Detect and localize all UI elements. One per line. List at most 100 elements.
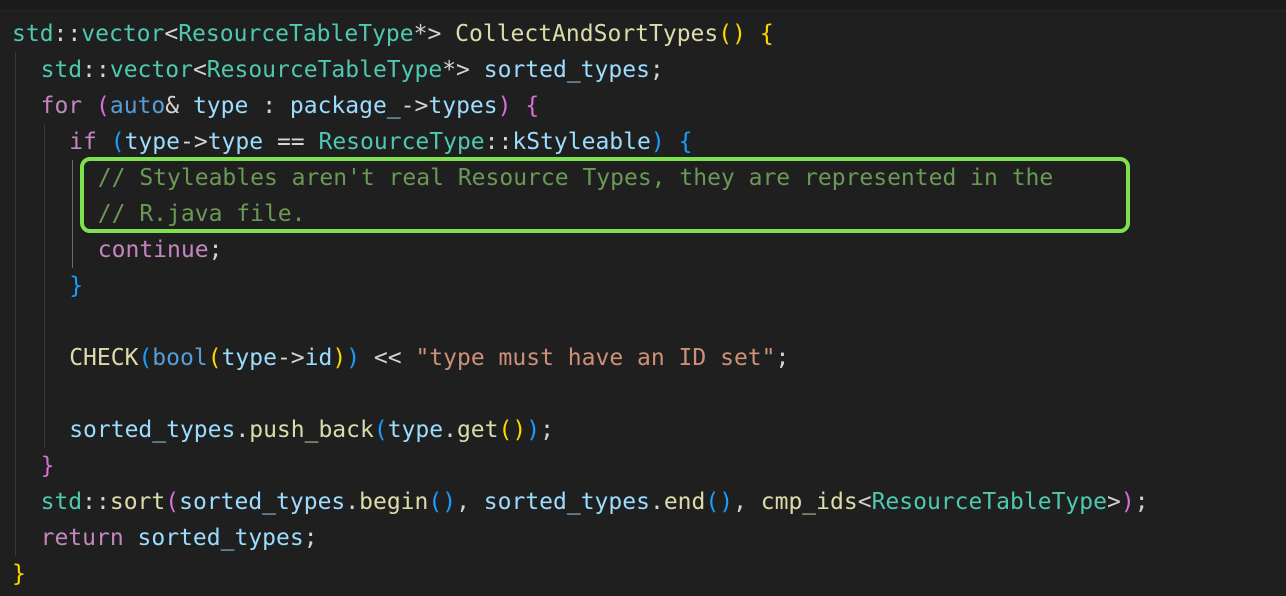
code-token: :: [82, 57, 110, 83]
code-token: auto [109, 93, 166, 119]
code-token: :: [484, 129, 513, 155]
code-token: :: [82, 489, 110, 515]
code-token: ; [1134, 489, 1149, 515]
code-token: sorted_types [137, 525, 304, 551]
code-token: . [443, 417, 457, 443]
code-token: ( [96, 93, 110, 119]
code-token: ) [497, 93, 512, 119]
code-token: sort [109, 489, 166, 515]
code-token: , [733, 489, 761, 515]
code-token: cmp_ids [760, 489, 858, 515]
code-token: { [759, 21, 774, 47]
code-token: } [12, 561, 26, 587]
code-token: sorted_types [483, 489, 650, 515]
code-token: ( [165, 489, 180, 515]
code-line[interactable]: } [12, 556, 26, 592]
code-token: bool [152, 345, 208, 371]
code-token: < [192, 57, 207, 83]
code-token: & [165, 93, 193, 119]
code-token: { [525, 93, 540, 119]
code-token: *> [413, 21, 456, 47]
code-token: -> [276, 345, 305, 371]
code-line[interactable]: continue; [98, 232, 223, 268]
code-token: type [221, 345, 277, 371]
code-token: ( [138, 345, 153, 371]
indent-guide [72, 160, 74, 268]
code-token: get [456, 417, 499, 443]
code-token: *> [442, 57, 484, 83]
code-token: } [69, 273, 84, 299]
code-token: push_back [249, 417, 374, 443]
code-token: if [69, 129, 97, 155]
code-token: ( [110, 129, 125, 155]
code-line[interactable]: } [41, 448, 55, 484]
code-token: ) [1120, 489, 1135, 515]
code-line[interactable]: if (type->type == ResourceType::kStyleab… [69, 124, 692, 160]
code-token: begin [359, 489, 429, 515]
code-token: vector [81, 21, 165, 47]
code-line[interactable]: std::vector<ResourceTableType*> sorted_t… [41, 52, 664, 88]
code-token: ResourceTableType [871, 489, 1107, 515]
code-token: . [649, 489, 664, 515]
code-token: end [663, 489, 706, 515]
code-line[interactable]: for (auto& type : package_->types) { [41, 88, 540, 124]
code-token: } [40, 453, 55, 479]
code-editor[interactable]: std::vector<ResourceTableType*> CollectA… [0, 0, 1286, 596]
code-line[interactable]: } [69, 268, 83, 304]
code-token: type [207, 129, 264, 155]
code-token: ; [775, 345, 790, 371]
code-token: ; [208, 237, 223, 263]
code-token: > [1106, 489, 1121, 515]
code-token: for [40, 93, 83, 119]
code-token: std [40, 489, 83, 515]
code-token: { [678, 129, 693, 155]
code-line[interactable]: std::vector<ResourceTableType*> CollectA… [12, 16, 774, 52]
code-token: () [718, 21, 746, 47]
code-line[interactable]: CHECK(bool(type->id)) << "type must have… [69, 340, 789, 376]
indent-guide [15, 52, 16, 556]
code-token: kStyleable [512, 129, 651, 155]
code-token: ; [540, 417, 554, 443]
code-token: ( [373, 417, 388, 443]
comment-highlight-box [80, 157, 1130, 233]
code-token: -> [400, 93, 429, 119]
code-line[interactable]: sorted_types.push_back(type.get()); [69, 412, 554, 448]
code-token: -> [180, 129, 208, 155]
code-token: () [705, 489, 734, 515]
code-token: , [456, 489, 484, 515]
code-token: id [304, 345, 333, 371]
code-token: ) [650, 129, 665, 155]
code-token: . [345, 489, 360, 515]
code-token: == [263, 129, 319, 155]
code-token: return [40, 525, 124, 551]
code-token: < [857, 489, 872, 515]
code-token: type [124, 129, 180, 155]
code-token: ResourceTableType [206, 57, 443, 83]
code-line[interactable]: return sorted_types; [41, 520, 318, 556]
code-token: package_ [289, 93, 401, 119]
code-token: sorted_types [483, 57, 650, 83]
code-token: < [164, 21, 179, 47]
code-token: ResourceTableType [178, 21, 414, 47]
code-token: ResourceType [318, 129, 485, 155]
code-token: vector [109, 57, 193, 83]
code-token: () [498, 417, 527, 443]
code-token: . [235, 417, 250, 443]
code-token: CHECK [69, 345, 139, 371]
code-token: sorted_types [69, 417, 236, 443]
code-line[interactable]: std::sort(sorted_types.begin(), sorted_t… [41, 484, 1149, 520]
code-token: std [40, 57, 83, 83]
code-token: type [192, 93, 249, 119]
code-token: : [248, 93, 290, 119]
code-token: ( [207, 345, 222, 371]
code-token: types [428, 93, 498, 119]
code-token: << [360, 345, 416, 371]
code-token: CollectAndSortTypes [455, 21, 719, 47]
code-token: () [428, 489, 457, 515]
